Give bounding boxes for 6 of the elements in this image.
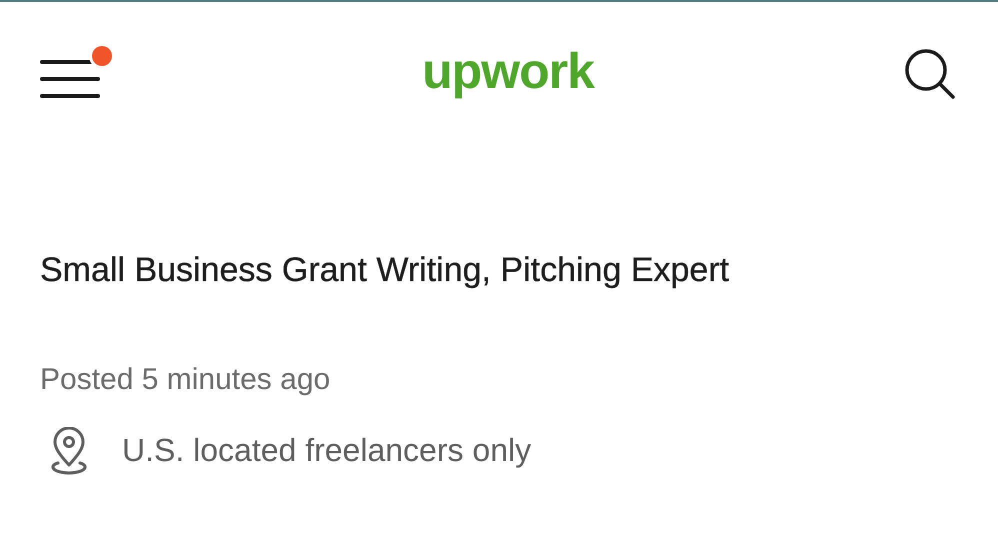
job-title: Small Business Grant Writing, Pitching Expert <box>40 250 730 291</box>
search-button[interactable] <box>904 48 956 100</box>
logo[interactable]: upwork <box>422 46 594 96</box>
posted-time: Posted 5 minutes ago <box>40 362 332 397</box>
search-icon <box>904 48 956 100</box>
location-requirement: U.S. located freelancers only <box>122 432 532 470</box>
